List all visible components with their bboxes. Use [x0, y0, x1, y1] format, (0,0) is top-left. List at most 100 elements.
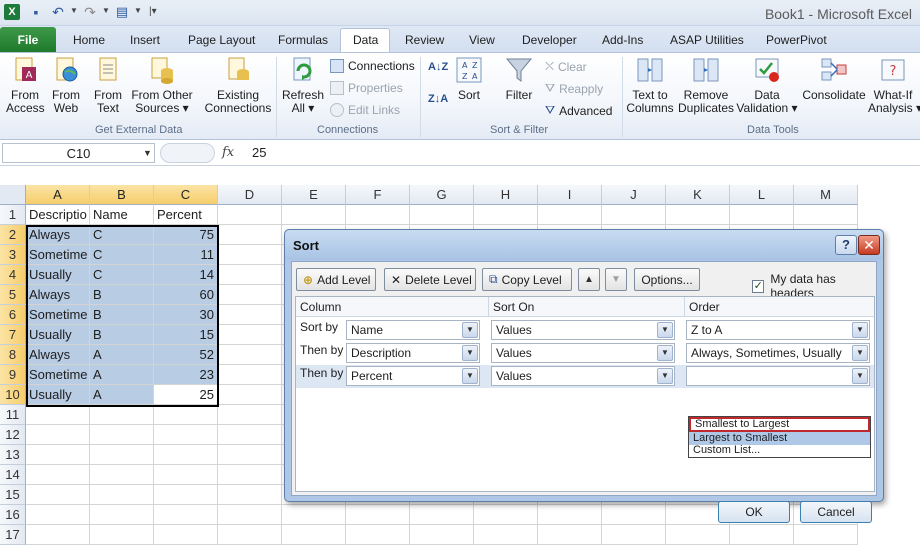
cell-d14[interactable] — [218, 465, 282, 485]
undo-icon[interactable]: ↶ — [50, 4, 66, 20]
then-by-order-select-2[interactable]: ▼ — [686, 366, 870, 386]
tab-home[interactable]: Home — [73, 33, 105, 47]
tab-insert[interactable]: Insert — [130, 33, 160, 47]
row-header-14[interactable]: 14 — [0, 465, 26, 485]
cell-b3[interactable]: C — [90, 245, 154, 265]
cell-b6[interactable]: B — [90, 305, 154, 325]
cell-j17[interactable] — [602, 525, 666, 545]
cell-f16[interactable] — [346, 505, 410, 525]
cell-d2[interactable] — [218, 225, 282, 245]
tab-view[interactable]: View — [469, 33, 495, 47]
cell-b7[interactable]: B — [90, 325, 154, 345]
cell-b15[interactable] — [90, 485, 154, 505]
tab-file[interactable]: File — [0, 27, 56, 52]
from-web-button[interactable]: From Web — [48, 55, 84, 115]
column-header-g[interactable]: G — [410, 185, 474, 205]
cell-c14[interactable] — [154, 465, 218, 485]
tab-formulas[interactable]: Formulas — [278, 33, 328, 47]
cell-c16[interactable] — [154, 505, 218, 525]
cell-a13[interactable] — [26, 445, 90, 465]
connections-button[interactable]: Connections — [330, 59, 415, 73]
cell-a2[interactable]: Always — [26, 225, 90, 245]
then-by-column-select-2[interactable]: Percent ▼ — [346, 366, 480, 386]
cell-b14[interactable] — [90, 465, 154, 485]
cell-c17[interactable] — [154, 525, 218, 545]
cell-c8[interactable]: 52 — [154, 345, 218, 365]
cell-b4[interactable]: C — [90, 265, 154, 285]
name-box[interactable]: C10 — [2, 143, 155, 163]
move-up-button[interactable]: ▲ — [578, 268, 600, 291]
row-header-13[interactable]: 13 — [0, 445, 26, 465]
cell-i17[interactable] — [538, 525, 602, 545]
what-if-analysis-button[interactable]: ? What-If Analysis ▾ — [868, 55, 920, 115]
then-by-sorton-select-2[interactable]: Values ▼ — [491, 366, 675, 386]
sort-by-sorton-select[interactable]: Values ▼ — [491, 320, 675, 340]
column-header-d[interactable]: D — [218, 185, 282, 205]
cell-d11[interactable] — [218, 405, 282, 425]
select-all-corner[interactable] — [0, 185, 26, 205]
cell-i16[interactable] — [538, 505, 602, 525]
cell-b17[interactable] — [90, 525, 154, 545]
row-header-2[interactable]: 2 — [0, 225, 26, 245]
cell-a16[interactable] — [26, 505, 90, 525]
cell-c5[interactable]: 60 — [154, 285, 218, 305]
row-header-3[interactable]: 3 — [0, 245, 26, 265]
cell-a10[interactable]: Usually — [26, 385, 90, 405]
cell-a11[interactable] — [26, 405, 90, 425]
cancel-button[interactable]: Cancel — [800, 501, 872, 523]
column-header-l[interactable]: L — [730, 185, 794, 205]
cell-b16[interactable] — [90, 505, 154, 525]
existing-connections-button[interactable]: Existing Connections — [204, 55, 272, 115]
row-header-5[interactable]: 5 — [0, 285, 26, 305]
excel-app-icon[interactable]: X — [4, 4, 20, 20]
cell-a3[interactable]: Sometime — [26, 245, 90, 265]
cell-c2[interactable]: 75 — [154, 225, 218, 245]
then-by-order-select[interactable]: Always, Sometimes, Usually ▼ — [686, 343, 870, 363]
sort-button[interactable]: AZZA Sort — [452, 55, 486, 102]
cell-d3[interactable] — [218, 245, 282, 265]
cell-k17[interactable] — [666, 525, 730, 545]
cell-a9[interactable]: Sometime — [26, 365, 90, 385]
column-header-c[interactable]: C — [154, 185, 218, 205]
cell-h1[interactable] — [474, 205, 538, 225]
tab-add-ins[interactable]: Add-Ins — [602, 33, 643, 47]
redo-dropdown-icon[interactable]: ▼ — [102, 6, 110, 15]
cell-b1[interactable]: Name — [90, 205, 154, 225]
column-header-i[interactable]: I — [538, 185, 602, 205]
from-text-button[interactable]: From Text — [90, 55, 126, 115]
close-button[interactable]: ✕ — [858, 235, 880, 255]
column-header-f[interactable]: F — [346, 185, 410, 205]
save-icon[interactable]: ▪ — [28, 4, 44, 20]
cell-d1[interactable] — [218, 205, 282, 225]
cell-b10[interactable]: A — [90, 385, 154, 405]
undo-dropdown-icon[interactable]: ▼ — [70, 6, 78, 15]
filter-button[interactable]: Filter — [502, 55, 536, 102]
sort-by-order-select[interactable]: Z to A ▼ — [686, 320, 870, 340]
cell-d15[interactable] — [218, 485, 282, 505]
cell-a5[interactable]: Always — [26, 285, 90, 305]
cell-d17[interactable] — [218, 525, 282, 545]
cell-d13[interactable] — [218, 445, 282, 465]
column-header-b[interactable]: B — [90, 185, 154, 205]
cell-b5[interactable]: B — [90, 285, 154, 305]
quick-access-custom-icon[interactable]: ▤ — [114, 4, 130, 20]
cell-m1[interactable] — [794, 205, 858, 225]
row-header-10[interactable]: 10 — [0, 385, 26, 405]
cell-d4[interactable] — [218, 265, 282, 285]
tab-review[interactable]: Review — [405, 33, 444, 47]
row-header-12[interactable]: 12 — [0, 425, 26, 445]
copy-level-button[interactable]: ⧉ Copy Level — [482, 268, 572, 291]
cell-j16[interactable] — [602, 505, 666, 525]
then-by-column-select[interactable]: Description ▼ — [346, 343, 480, 363]
sort-by-column-select[interactable]: Name ▼ — [346, 320, 480, 340]
sort-z-to-a-button[interactable]: Z↓A — [428, 93, 448, 105]
cell-e16[interactable] — [282, 505, 346, 525]
cell-d5[interactable] — [218, 285, 282, 305]
row-header-8[interactable]: 8 — [0, 345, 26, 365]
row-header-6[interactable]: 6 — [0, 305, 26, 325]
cell-b2[interactable]: C — [90, 225, 154, 245]
add-level-button[interactable]: ⊕ Add Level — [296, 268, 376, 291]
cell-d7[interactable] — [218, 325, 282, 345]
order-option-smallest-to-largest[interactable]: Smallest to Largest — [689, 417, 870, 432]
cell-c11[interactable] — [154, 405, 218, 425]
